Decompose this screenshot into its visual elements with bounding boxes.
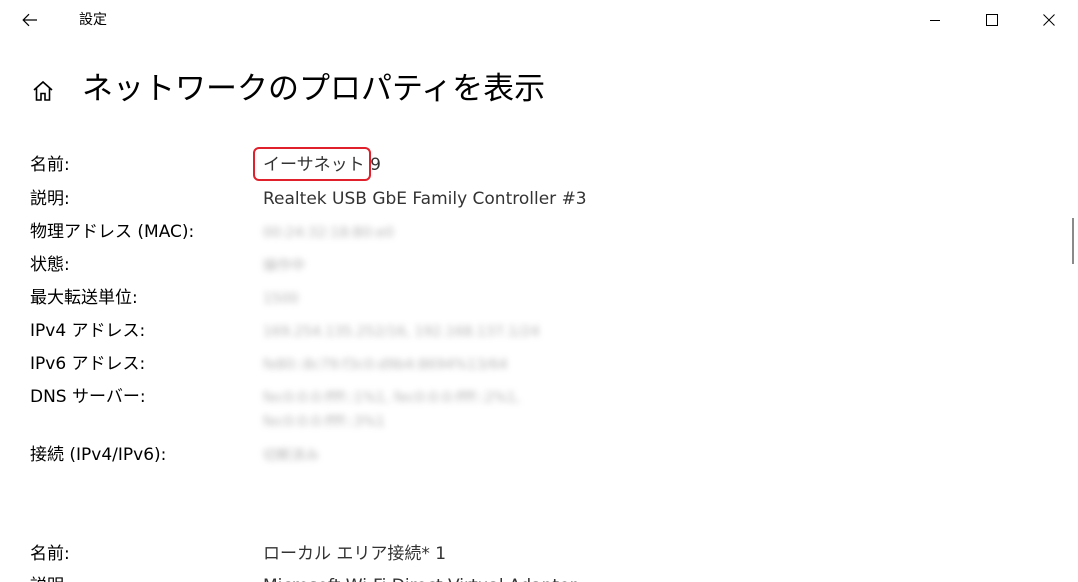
app-title: 設定 bbox=[79, 12, 107, 28]
connection-label: 接続 (IPv4/IPv6): bbox=[30, 445, 167, 465]
name-label-2: 名前: bbox=[30, 544, 70, 564]
name-value-2: ローカル エリア接続* 1 bbox=[263, 544, 447, 564]
minimize-button[interactable] bbox=[912, 0, 958, 40]
mtu-label: 最大転送単位: bbox=[30, 288, 138, 308]
ipv4-value: 169.254.135.252/16, 192.168.137.1/24 bbox=[263, 324, 540, 340]
close-icon bbox=[1043, 14, 1055, 26]
dns-value-line1: fec0:0:0:ffff::1%1, fec0:0:0:ffff::2%1, bbox=[263, 390, 521, 406]
name-label: 名前: bbox=[30, 155, 70, 175]
dns-value-line2: fec0:0:0:ffff::3%1 bbox=[263, 414, 385, 430]
mac-value: 00:24:32:18:B0:e0 bbox=[263, 225, 394, 241]
connection-value: 切断済み bbox=[263, 448, 319, 464]
highlight-box bbox=[253, 147, 371, 181]
settings-window: 設定 ネットワークのプロパティを表示 名前: イーサネット 9 説明: Real… bbox=[0, 0, 1078, 582]
maximize-button[interactable] bbox=[969, 0, 1015, 40]
back-button[interactable] bbox=[12, 4, 48, 36]
home-icon bbox=[33, 80, 53, 101]
state-value: 操作中 bbox=[263, 258, 305, 274]
ipv4-label: IPv4 アドレス: bbox=[30, 321, 146, 341]
state-label: 状態: bbox=[30, 255, 70, 275]
title-bar: 設定 bbox=[0, 0, 1078, 40]
maximize-icon bbox=[986, 14, 998, 26]
dns-label: DNS サーバー: bbox=[30, 387, 146, 407]
minimize-icon bbox=[930, 20, 940, 21]
ipv6-value: fe80::8c79:f3c0:d9b4:8694%13/64 bbox=[263, 357, 508, 373]
page-title: ネットワークのプロパティを表示 bbox=[82, 71, 546, 107]
close-button[interactable] bbox=[1026, 0, 1072, 40]
ipv6-label: IPv6 アドレス: bbox=[30, 354, 146, 374]
scrollbar-thumb[interactable] bbox=[1072, 218, 1074, 264]
mtu-value: 1500 bbox=[263, 291, 299, 307]
description-value: Realtek USB GbE Family Controller #3 bbox=[263, 189, 587, 209]
arrow-left-icon bbox=[22, 13, 37, 27]
home-button[interactable] bbox=[28, 76, 58, 106]
mac-label: 物理アドレス (MAC): bbox=[30, 222, 195, 242]
description-label: 説明: bbox=[30, 189, 70, 209]
description-value-2: Microsoft Wi-Fi Direct Virtual Adapter bbox=[263, 574, 576, 582]
description-label-2: 説明: bbox=[30, 574, 70, 582]
